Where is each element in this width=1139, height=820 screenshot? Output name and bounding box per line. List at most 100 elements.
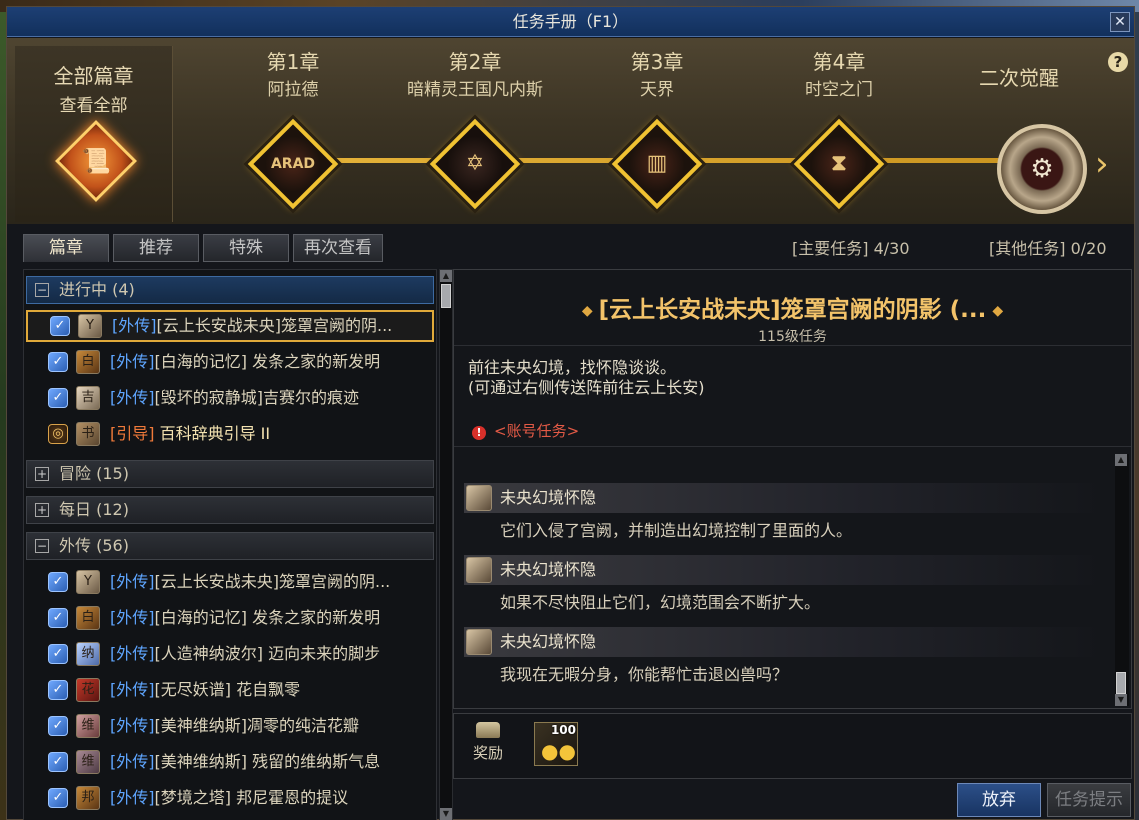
quest-description: 前往未央幻境，找怀隐谈谈。 (可通过右侧传送阵前往云上长安) [468, 358, 705, 398]
chapter-3[interactable]: 第3章 天界 ▥ [567, 46, 747, 210]
quest-tag: [外传] [110, 788, 155, 807]
tab-review[interactable]: 再次查看 [293, 234, 383, 262]
chapter-banner: 全部篇章 查看全部 📜 第1章 阿拉德 ARAD 第2章 暗精灵王国凡内斯 ✡ … [7, 38, 1134, 224]
chapter-name: 二次觉醒 [979, 66, 1059, 90]
list-item[interactable]: ✓ Y [外传][云上长安战未央]笼罩宫阙的阴... [26, 566, 434, 598]
all-chapters-panel[interactable]: 全部篇章 查看全部 📜 [15, 46, 173, 222]
chapter-name: 第4章 [812, 50, 866, 74]
npc-avatar-icon [466, 557, 492, 583]
quest-title: [云上长安战未央]笼罩宫阙的阴... [154, 572, 391, 591]
tracked-check-icon[interactable]: ✓ [50, 316, 70, 336]
chapter-subtitle: 阿拉德 [267, 80, 319, 100]
abandon-button[interactable]: 放弃 [957, 783, 1041, 817]
quest-title: [白海的记忆] 发条之家的新发明 [154, 352, 381, 371]
dialog-scrollbar[interactable]: ▲ ▼ [1115, 454, 1129, 706]
hourglass-emblem-icon[interactable]: ⧗ [793, 118, 885, 210]
quest-title: 百科辞典引导 II [159, 424, 271, 443]
tracked-check-icon[interactable]: ✓ [48, 716, 68, 736]
list-item[interactable]: ✓ 维 [外传][美神维纳斯] 残留的维纳斯气息 [26, 746, 434, 778]
list-item[interactable]: ✓ 白 [外传][白海的记忆] 发条之家的新发明 [26, 346, 434, 378]
expand-icon[interactable]: + [35, 467, 49, 481]
all-chapters-title: 全部篇章 [53, 64, 134, 88]
list-item[interactable]: ◎ 书 [引导] 百科辞典引导 II [26, 418, 434, 450]
list-item[interactable]: ✓ 邦 [外传][梦境之塔] 邦尼霍恩的提议 [26, 782, 434, 814]
tracked-check-icon[interactable]: ✓ [48, 644, 68, 664]
chapter-subtitle: 天界 [640, 80, 674, 100]
scroll-down-icon[interactable]: ▼ [440, 808, 452, 820]
npc-avatar-icon: Y [78, 314, 102, 338]
npc-avatar-icon: 邦 [76, 786, 100, 810]
group-side-story[interactable]: − 外传 (56) [26, 532, 434, 560]
scroll-down-icon[interactable]: ▼ [1115, 694, 1127, 706]
expand-icon[interactable]: + [35, 503, 49, 517]
account-quest-label: <账号任务> [494, 422, 580, 440]
group-adventure[interactable]: + 冒险 (15) [26, 460, 434, 488]
tracked-check-icon[interactable]: ✓ [48, 352, 68, 372]
tracked-check-icon[interactable]: ✓ [48, 608, 68, 628]
group-in-progress[interactable]: − 进行中 (4) [26, 276, 434, 304]
collapse-icon[interactable]: − [35, 283, 49, 297]
npc-avatar-icon: Y [76, 570, 100, 594]
chapter-name: 第2章 [448, 50, 502, 74]
quest-title: [白海的记忆] 发条之家的新发明 [154, 608, 381, 627]
chapter-4[interactable]: 第4章 时空之门 ⧗ [749, 46, 929, 210]
arad-emblem-icon[interactable]: ARAD [247, 118, 339, 210]
scroll-thumb[interactable] [441, 284, 451, 308]
tab-recommended[interactable]: 推荐 [113, 234, 199, 262]
chapter-subtitle: 暗精灵王国凡内斯 [407, 80, 543, 100]
tab-special[interactable]: 特殊 [203, 234, 289, 262]
list-item[interactable]: ✓ 纳 [外传][人造神纳波尔] 迈向未来的脚步 [26, 638, 434, 670]
quest-tag: [外传] [110, 680, 155, 699]
npc-dialog: 未央幻境怀隐 如果不尽快阻止它们，幻境范围会不断扩大。 [464, 555, 1104, 613]
ring-icon[interactable]: ◎ [48, 424, 68, 444]
tracked-check-icon[interactable]: ✓ [48, 388, 68, 408]
chevron-right-icon[interactable]: › [1095, 144, 1109, 184]
window-titlebar[interactable]: 任务手册（F1） ✕ [7, 7, 1134, 37]
scroll-up-icon[interactable]: ▲ [440, 270, 452, 282]
quest-manual-window: 任务手册（F1） ✕ 全部篇章 查看全部 📜 第1章 阿拉德 ARAD 第2章 … [6, 6, 1135, 820]
scroll-thumb[interactable] [1116, 672, 1126, 694]
list-item[interactable]: ✓ 维 [外传][美神维纳斯]凋零的纯洁花瓣 [26, 710, 434, 742]
hexagram-emblem-icon[interactable]: ✡ [429, 118, 521, 210]
quest-title: [无尽妖谱] 花自飘零 [154, 680, 301, 699]
quest-title: [毁坏的寂静城]吉赛尔的痕迹 [154, 388, 360, 407]
tracked-check-icon[interactable]: ✓ [48, 788, 68, 808]
chapter-2[interactable]: 第2章 暗精灵王国凡内斯 ✡ [385, 46, 565, 210]
group-label: 冒险 (15) [59, 464, 129, 483]
reward-item[interactable]: ●● 100 [534, 722, 578, 766]
quest-level: 115级任务 [758, 329, 827, 345]
tracked-check-icon[interactable]: ✓ [48, 572, 68, 592]
tracked-check-icon[interactable]: ✓ [48, 680, 68, 700]
chapter-1[interactable]: 第1章 阿拉德 ARAD [203, 46, 383, 210]
npc-avatar-icon [466, 485, 492, 511]
treasure-chest-icon [476, 722, 500, 738]
list-item[interactable]: ✓ 花 [外传][无尽妖谱] 花自飘零 [26, 674, 434, 706]
list-item[interactable]: ✓ 吉 [外传][毁坏的寂静城]吉赛尔的痕迹 [26, 382, 434, 414]
help-icon[interactable]: ? [1108, 52, 1128, 72]
tab-chapters[interactable]: 篇章 [23, 234, 109, 262]
gear-emblem-icon[interactable]: ⚙ [997, 124, 1087, 214]
scroll-up-icon[interactable]: ▲ [1115, 454, 1127, 466]
chapter-subtitle: 时空之门 [805, 80, 873, 100]
quest-description-line: 前往未央幻境，找怀隐谈谈。 [468, 358, 677, 377]
tracked-check-icon[interactable]: ✓ [48, 752, 68, 772]
close-button[interactable]: ✕ [1110, 12, 1130, 32]
npc-avatar-icon: 维 [76, 750, 100, 774]
reward-quantity: 100 [550, 723, 576, 737]
npc-dialog-text: 它们入侵了宫阙，并制造出幻境控制了里面的人。 [500, 521, 853, 540]
npc-avatar-icon: 纳 [76, 642, 100, 666]
list-item[interactable]: ✓ Y [外传][云上长安战未央]笼罩宫阙的阴... [26, 310, 434, 342]
temple-emblem-icon[interactable]: ▥ [611, 118, 703, 210]
collapse-icon[interactable]: − [35, 539, 49, 553]
quest-list-scrollbar[interactable]: ▲ ▼ [439, 269, 453, 820]
quest-hint-button[interactable]: 任务提示 [1047, 783, 1131, 817]
chapter-awakening[interactable]: 二次觉醒 ⚙ [929, 46, 1109, 214]
quest-description-line: (可通过右侧传送阵前往云上长安) [468, 378, 705, 397]
group-daily[interactable]: + 每日 (12) [26, 496, 434, 524]
quest-tag: [外传] [110, 608, 155, 627]
group-label: 外传 (56) [59, 536, 129, 555]
list-item[interactable]: ✓ 白 [外传][白海的记忆] 发条之家的新发明 [26, 602, 434, 634]
npc-avatar-icon: 吉 [76, 386, 100, 410]
quest-tag: [外传] [110, 752, 155, 771]
scroll-icon[interactable]: 📜 [54, 119, 138, 203]
